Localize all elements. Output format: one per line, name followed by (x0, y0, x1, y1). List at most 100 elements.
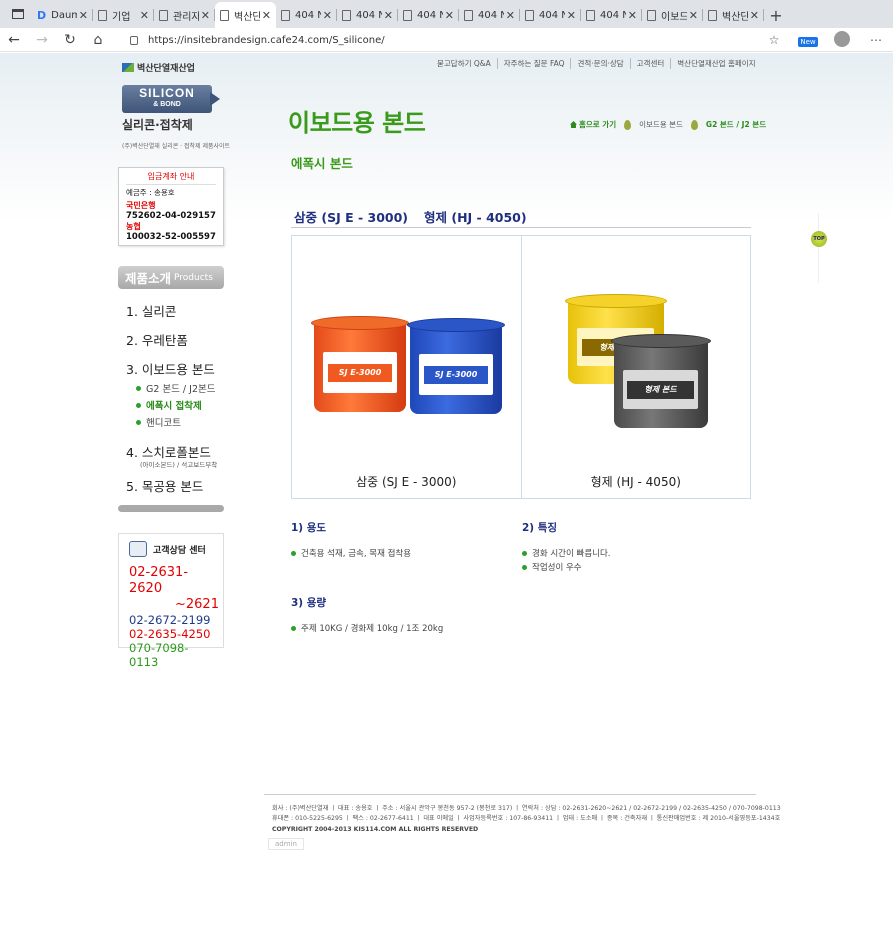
reload-icon[interactable]: ↻ (56, 32, 84, 48)
close-icon[interactable]: ✕ (567, 9, 576, 22)
window-menu-icon[interactable] (4, 0, 32, 28)
bank-name: 농협 (126, 222, 141, 231)
breadcrumb-home[interactable]: 홈으로 가기 (570, 119, 616, 130)
company-logo[interactable]: 벽산단열재산업 (122, 61, 195, 74)
product-table: SJ E-3000 SJ E-3000 삼중 (SJ E - 3000) 형제 … (291, 235, 751, 499)
menu-bottom-bar (118, 505, 224, 512)
bank-account-box: 입금계좌 안내 예금주 : 송용호 국민은행 752602-04-029157 … (118, 167, 224, 246)
logo-mark-icon (122, 63, 134, 72)
footer-divider (264, 794, 756, 795)
phone-number: ~2621 (175, 597, 219, 612)
list-item: 주제 10KG / 경화제 10kg / 1조 20kg (291, 622, 443, 634)
browser-tab-bar: DDaum✕ 기업✕ 관리자✕ 벽산단✕ 404 N✕ 404 N✕ 404 N… (0, 0, 893, 28)
close-icon[interactable]: ✕ (201, 9, 210, 22)
brand-name: 실리콘·접착제 (122, 118, 193, 132)
section-subtitle: 에폭시 본드 (291, 156, 353, 171)
back-icon[interactable]: ← (0, 32, 28, 48)
browser-tab[interactable]: 이보드 ✕ (642, 2, 703, 28)
page-icon (586, 9, 595, 21)
page-icon (403, 9, 412, 21)
browser-tab[interactable]: 기업 ✕ (93, 2, 154, 28)
forward-icon[interactable]: → (28, 32, 56, 48)
favorites-icon[interactable]: ☆ (757, 33, 791, 47)
phone-number: 02-2635-4250 (129, 627, 211, 641)
product-cell: 형제 본드 형제 본드 형제 (HJ - 4050) (520, 236, 751, 498)
breadcrumb-current[interactable]: G2 본드 / J2 본드 (706, 119, 766, 130)
page-icon (98, 9, 107, 21)
breadcrumb-level1[interactable]: 이보드용 본드 (639, 119, 683, 130)
customer-center-box: 고객상담 센터 02-2631-2620 ~2621 02-2672-2199 … (118, 533, 224, 669)
close-icon[interactable]: ✕ (384, 9, 393, 22)
account-number: 752602-04-029157 (126, 211, 216, 221)
capacity-heading: 3) 용량 (291, 597, 327, 609)
footer-line: 회사 : (주)벽산단열재 ㅣ 대표 : 송용호 ㅣ 주소 : 서울시 관악구 … (272, 805, 781, 812)
top-link-qna[interactable]: 묻고답하기 Q&A (437, 58, 497, 69)
lock-icon (130, 35, 138, 45)
web-page: 벽산단열재산업 묻고답하기 Q&A 자주하는 질문 FAQ 견적·문의·상담 고… (0, 53, 893, 928)
more-menu-icon[interactable]: ⋯ (859, 33, 893, 47)
cs-heading: 고객상담 센터 (153, 545, 206, 556)
page-icon (342, 9, 351, 21)
top-link-homepage[interactable]: 벽산단열재산업 홈페이지 (670, 58, 761, 69)
home-icon[interactable]: ⌂ (84, 32, 112, 48)
submenu-item-epoxy[interactable]: 에폭시 접착제 (136, 398, 202, 412)
product-cell: SJ E-3000 SJ E-3000 삼중 (SJ E - 3000) (292, 236, 521, 498)
menu-item-wood-bond[interactable]: 5. 목공용 본드 (126, 476, 203, 495)
browser-tab[interactable]: 404 N✕ (459, 2, 520, 28)
close-icon[interactable]: ✕ (140, 9, 149, 22)
leaf-icon (690, 119, 698, 130)
browser-tab[interactable]: 404 N✕ (337, 2, 398, 28)
account-holder: 예금주 : 송용호 (126, 188, 175, 197)
bank-name: 국민은행 (126, 201, 156, 210)
profile-avatar[interactable] (825, 30, 859, 50)
close-icon[interactable]: ✕ (628, 9, 637, 22)
bucket-blue: SJ E-3000 (407, 318, 505, 414)
menu-item-note: (아이소본드) / 석고보드부착 (140, 461, 218, 469)
browser-tab-active[interactable]: 벽산단 ✕ (215, 2, 276, 28)
scroll-top-button[interactable]: TOP (811, 231, 827, 247)
page-icon (464, 9, 473, 21)
top-link-faq[interactable]: 자주하는 질문 FAQ (496, 58, 571, 69)
browser-tab[interactable]: 404 N✕ (398, 2, 459, 28)
top-link-estimate[interactable]: 견적·문의·상담 (570, 58, 629, 69)
menu-item-silicone[interactable]: 1. 실리콘 (126, 301, 176, 320)
brand-logo[interactable]: SILICON & BOND 실리콘·접착제 (주)벽산단열재 실리콘 · 접착… (122, 85, 231, 150)
new-badge: New (798, 37, 818, 47)
close-icon[interactable]: ✕ (323, 9, 332, 22)
divider (291, 227, 751, 228)
top-links: 묻고답하기 Q&A 자주하는 질문 FAQ 견적·문의·상담 고객센터 벽산단열… (437, 58, 762, 69)
browser-tab[interactable]: 벽산단 ✕ (703, 2, 764, 28)
new-tab-button[interactable]: + (764, 2, 788, 28)
page-icon (159, 9, 168, 21)
phone-icon (129, 541, 147, 557)
browser-tab[interactable]: 404 N✕ (276, 2, 337, 28)
menu-item-urethane-foam[interactable]: 2. 우레탄폼 (126, 330, 188, 349)
top-link-customer-center[interactable]: 고객센터 (629, 58, 671, 69)
close-icon[interactable]: ✕ (506, 9, 515, 22)
close-icon[interactable]: ✕ (750, 9, 759, 22)
leaf-icon (624, 119, 632, 130)
submenu-item-g2-bond[interactable]: G2 본드 / J2본드 (136, 381, 215, 395)
menu-item-eboard-bond[interactable]: 3. 이보드용 본드 (126, 359, 215, 378)
browser-tab[interactable]: 관리자 ✕ (154, 2, 215, 28)
product-title: 삼중 (SJ E - 3000) 형제 (HJ - 4050) (294, 210, 527, 225)
address-bar: ← → ↻ ⌂ https://insitebrandesign.cafe24.… (0, 28, 893, 52)
url-field[interactable]: https://insitebrandesign.cafe24.com/S_si… (130, 31, 785, 49)
collections-icon[interactable]: New (791, 33, 825, 47)
bullet-icon (136, 385, 141, 391)
close-icon[interactable]: ✕ (79, 9, 88, 22)
phone-number: 070-7098-0113 (129, 641, 189, 669)
brand-subtitle: (주)벽산단열재 실리콘 · 접착제 제품사이트 (122, 143, 231, 150)
browser-tab[interactable]: D Daum ✕ (32, 2, 93, 28)
admin-button[interactable]: admin (268, 838, 304, 850)
bank-heading: 입금계좌 안내 (126, 171, 216, 185)
page-icon (708, 9, 717, 21)
close-icon[interactable]: ✕ (689, 9, 698, 22)
browser-tab[interactable]: 404 N✕ (520, 2, 581, 28)
close-icon[interactable]: ✕ (262, 9, 271, 22)
close-icon[interactable]: ✕ (445, 9, 454, 22)
submenu-item-handycoat[interactable]: 핸디코트 (136, 415, 181, 429)
phone-number: 02-2672-2199 (129, 613, 211, 627)
browser-tab[interactable]: 404 N✕ (581, 2, 642, 28)
bullet-icon (136, 419, 141, 425)
